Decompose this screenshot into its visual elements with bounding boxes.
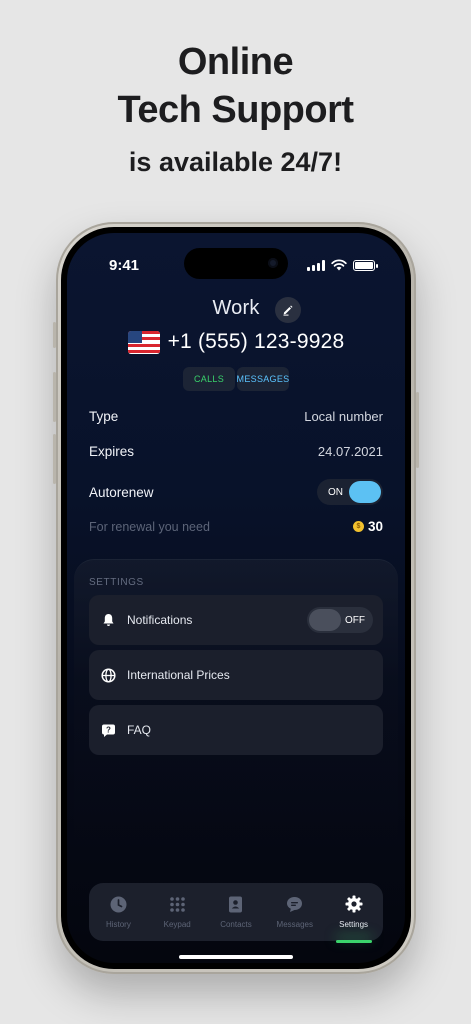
tab-label: History (105, 919, 131, 929)
number-header: Work (67, 297, 405, 323)
renewal-cost: $ 30 (352, 519, 383, 534)
toggle-knob (309, 609, 341, 631)
capability-chips: CALLS MESSAGES (67, 367, 405, 391)
autorenew-row: Autorenew ON (89, 479, 383, 505)
promo-line-3: is available 24/7! (128, 147, 343, 177)
signal-icon (307, 259, 325, 271)
settings-item-label: International Prices (127, 668, 230, 682)
messages-chip[interactable]: MESSAGES (237, 367, 289, 391)
phone-number-row: +1 (555) 123-9928 (67, 330, 405, 354)
renewal-label: For renewal you need (89, 519, 210, 534)
coin-icon: $ (352, 521, 364, 532)
phone-number: +1 (555) 123-9928 (167, 330, 345, 353)
dynamic-island (184, 248, 288, 279)
tab-label: Messages (276, 919, 314, 929)
autorenew-label: Autorenew (89, 484, 154, 500)
type-label: Type (89, 409, 119, 424)
tab-label: Settings (339, 920, 369, 929)
status-time: 9:41 (109, 257, 140, 274)
tab-keypad[interactable]: Keypad (148, 883, 206, 941)
question-bubble-icon: ? (101, 723, 116, 738)
tab-messages[interactable]: Messages (266, 883, 324, 941)
tab-label: Keypad (163, 919, 191, 929)
notifications-state: OFF (345, 614, 365, 626)
home-indicator[interactable] (179, 955, 293, 959)
tab-label: Contacts (220, 919, 252, 929)
tab-contacts[interactable]: Contacts (207, 883, 265, 941)
settings-item-notifications[interactable]: Notifications OFF (89, 595, 383, 645)
settings-section-label: SETTINGS (89, 577, 144, 588)
contacts-icon (229, 896, 243, 912)
volume-down-button (53, 434, 56, 484)
clock-icon (110, 896, 127, 912)
volume-up-button (53, 372, 56, 422)
svg-text:?: ? (106, 725, 111, 734)
expires-label: Expires (89, 444, 135, 459)
phone-frame: 9:41 Work +1 (555) 123-9928 CALLS MESSAG… (53, 222, 419, 974)
promo-headline: Online Tech Support is available 24/7! (0, 38, 471, 180)
wifi-icon (331, 259, 347, 271)
globe-icon (101, 667, 116, 683)
promo-line-1: Online (177, 41, 294, 83)
renewal-cost-value: 30 (367, 519, 383, 534)
notifications-toggle[interactable]: OFF (307, 607, 373, 633)
edit-title-button[interactable] (275, 297, 301, 323)
autorenew-state: ON (328, 486, 343, 498)
number-title: Work (212, 297, 260, 319)
settings-item-faq[interactable]: ? FAQ (89, 705, 383, 755)
phone-bezel: 9:41 Work +1 (555) 123-9928 CALLS MESSAG… (61, 227, 411, 969)
gear-icon (345, 895, 363, 913)
status-icons (307, 259, 378, 271)
renewal-row: For renewal you need $ 30 (89, 519, 383, 534)
promo-line-2: Tech Support (117, 89, 354, 131)
tab-history[interactable]: History (89, 883, 147, 941)
settings-item-label: Notifications (127, 613, 193, 627)
us-flag-icon (127, 330, 160, 354)
expires-row: Expires 24.07.2021 (89, 444, 383, 459)
active-tab-indicator (335, 940, 372, 943)
chat-icon (287, 896, 303, 912)
expires-value: 24.07.2021 (317, 444, 383, 459)
autorenew-toggle[interactable]: ON (317, 479, 383, 505)
action-button (53, 322, 56, 348)
battery-icon (353, 259, 378, 271)
power-button (416, 392, 419, 468)
calls-chip[interactable]: CALLS (183, 367, 235, 391)
pencil-icon (283, 305, 293, 316)
bell-icon (101, 613, 116, 628)
tab-bar: History Keypad Contacts Messages Setting… (89, 883, 383, 943)
tab-settings[interactable]: Settings (325, 883, 383, 943)
settings-item-international-prices[interactable]: International Prices (89, 650, 383, 700)
toggle-knob (349, 481, 381, 503)
keypad-icon (169, 896, 185, 912)
type-value: Local number (304, 409, 383, 424)
phone-screen: 9:41 Work +1 (555) 123-9928 CALLS MESSAG… (67, 233, 405, 963)
type-row: Type Local number (89, 409, 383, 424)
settings-item-label: FAQ (127, 723, 152, 737)
